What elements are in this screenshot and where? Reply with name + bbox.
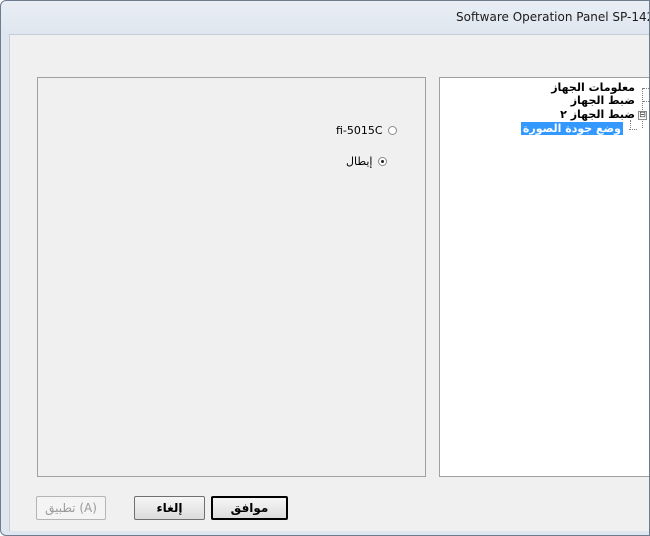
ok-button[interactable]: موافق <box>211 496 288 520</box>
settings-panel: fi-5015C إيطال <box>37 77 426 477</box>
tree-item-label: معلومات الجهاز <box>551 81 635 94</box>
collapse-icon[interactable]: ⊟ <box>638 111 647 120</box>
tree-item-label: وضع جودة الصورة <box>520 122 623 135</box>
radio-option-fi-5015c[interactable]: fi-5015C <box>336 124 397 137</box>
tree-item-device-settings-2[interactable]: ضبط الجهاز ٢ <box>560 108 635 121</box>
radio-option-label: fi-5015C <box>336 124 383 137</box>
cancel-button[interactable]: إلغاء <box>134 496 205 520</box>
title-bar[interactable]: Software Operation Panel SP-1425 <box>1 1 649 35</box>
tree-item-label: ضبط الجهاز ٢ <box>560 108 635 121</box>
settings-tree[interactable]: معلومات الجهاز ضبط الجهاز ⊟ ضبط الجهاز ٢… <box>439 77 649 477</box>
tree-connector <box>642 88 643 128</box>
tree-connector <box>629 129 637 130</box>
tree-connector <box>643 88 649 89</box>
radio-button-checked-icon[interactable] <box>377 157 387 166</box>
tree-item-device-info[interactable]: معلومات الجهاز <box>551 81 635 94</box>
apply-button[interactable]: تطبيق (A) <box>36 496 106 520</box>
radio-button-icon[interactable] <box>387 126 397 135</box>
tree-item-device-settings[interactable]: ضبط الجهاز <box>571 94 635 107</box>
radio-option-label: إيطال <box>346 155 373 168</box>
tree-item-label: ضبط الجهاز <box>570 94 635 107</box>
tree-item-image-quality-mode[interactable]: وضع جودة الصورة <box>520 122 623 135</box>
window-title: Software Operation Panel SP-1425 <box>456 10 650 24</box>
app-window: Software Operation Panel SP-1425 fi-5015… <box>0 0 650 536</box>
tree-connector <box>643 101 649 102</box>
radio-option-disable[interactable]: إيطال <box>346 155 387 168</box>
client-area: fi-5015C إيطال معلومات الجهاز ضبط الجهاز… <box>9 34 649 531</box>
